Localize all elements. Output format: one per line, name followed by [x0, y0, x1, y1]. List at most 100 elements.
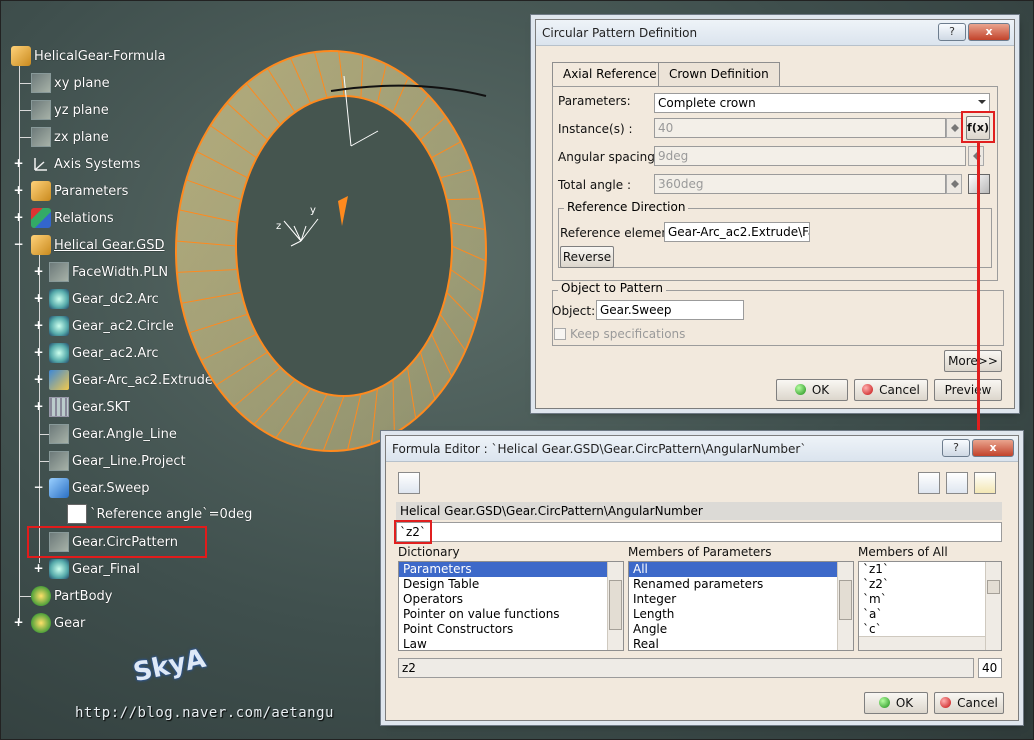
tree-item-xy-plane[interactable]: xy plane [31, 72, 110, 94]
list-item[interactable]: Angle [629, 622, 853, 637]
titlebar[interactable]: Formula Editor : `Helical Gear.GSD\Gear.… [386, 436, 1018, 462]
dialog-title: Circular Pattern Definition [542, 25, 698, 40]
expand-icon[interactable]: + [33, 373, 44, 385]
tree-item-gear-angle-line[interactable]: Gear.Angle_Line [49, 423, 177, 445]
comment-icon[interactable] [946, 472, 968, 494]
expand-icon[interactable]: + [33, 265, 44, 277]
members-parameters-label: Members of Parameters [628, 545, 772, 559]
expand-icon[interactable]: + [13, 184, 24, 196]
tree-item-gear-sweep[interactable]: Gear.Sweep [49, 477, 149, 499]
list-item[interactable]: All [629, 562, 853, 577]
list-item[interactable]: `m` [859, 592, 1001, 607]
ok-button[interactable]: OK [864, 692, 928, 714]
scrollbar-thumb[interactable] [609, 580, 622, 630]
reverse-button[interactable]: Reverse [560, 246, 614, 268]
formula-editor-dialog: Formula Editor : `Helical Gear.GSD\Gear.… [385, 435, 1019, 721]
cancel-button[interactable]: Cancel [854, 379, 928, 401]
expand-icon[interactable]: + [33, 319, 44, 331]
reference-element-field[interactable]: Gear-Arc_ac2.Extrude\Fac [664, 222, 810, 242]
tree-item-gear-ac2-arc[interactable]: Gear_ac2.Arc [49, 342, 159, 364]
tree-item-gear-ac2-circle[interactable]: Gear_ac2.Circle [49, 315, 174, 337]
scrollbar[interactable] [607, 562, 623, 650]
expand-icon[interactable]: + [33, 292, 44, 304]
collapse-icon[interactable]: − [13, 238, 24, 250]
list-item[interactable]: `a` [859, 607, 1001, 622]
object-field[interactable]: Gear.Sweep [596, 300, 744, 320]
dictionary-list[interactable]: Parameters Design Table Operators Pointe… [398, 561, 624, 651]
tree-connector [19, 596, 31, 597]
tab-axial-reference[interactable]: Axial Reference [552, 62, 668, 86]
instances-spinner[interactable] [946, 118, 962, 138]
tab-label: Axial Reference [563, 67, 657, 81]
gear-3d-view[interactable]: z y [166, 21, 511, 461]
parameters-select[interactable]: Complete crown [654, 93, 990, 113]
expand-icon[interactable]: + [33, 346, 44, 358]
tree-item-gear-skt[interactable]: Gear.SKT [49, 396, 130, 418]
scrollbar-thumb[interactable] [839, 580, 852, 620]
measure-icon[interactable] [918, 472, 940, 494]
list-item[interactable]: Pointer on value functions [399, 607, 623, 622]
incremental-icon[interactable] [398, 472, 420, 494]
tree-item-partbody[interactable]: PartBody [31, 585, 112, 607]
tree-item-yz-plane[interactable]: yz plane [31, 99, 109, 121]
collapse-icon[interactable]: − [33, 481, 44, 493]
plane-icon [49, 262, 69, 282]
tree-item-axis-systems[interactable]: Axis Systems [31, 153, 140, 175]
list-item[interactable]: Design Table [399, 577, 623, 592]
help-button[interactable]: ? [942, 439, 970, 457]
scrollbar[interactable] [837, 562, 853, 650]
list-item[interactable]: `z1` [859, 562, 1001, 577]
expand-icon[interactable]: + [13, 211, 24, 223]
total-angle-field[interactable]: 360deg [654, 174, 946, 194]
cancel-button[interactable]: Cancel [934, 692, 1004, 714]
formula-input[interactable]: `z2` [396, 522, 1002, 542]
list-item[interactable]: Length [629, 607, 853, 622]
members-all-list[interactable]: `z1` `z2` `m` `a` `c` [858, 561, 1002, 651]
close-button[interactable]: x [972, 439, 1014, 457]
tree-item-label: xy plane [54, 75, 110, 91]
tab-crown-definition[interactable]: Crown Definition [658, 62, 780, 86]
list-item[interactable]: `c` [859, 622, 1001, 637]
keep-specifications-checkbox[interactable] [554, 328, 566, 340]
list-item[interactable]: Real [629, 637, 853, 650]
more-button[interactable]: More>> [944, 350, 1002, 372]
tree-root[interactable]: HelicalGear-Formula [11, 45, 166, 67]
tree-item-helical-gear-gsd[interactable]: Helical Gear.GSD [31, 234, 165, 256]
angular-spacing-spinner[interactable] [968, 146, 984, 166]
expand-icon[interactable]: + [13, 616, 24, 628]
list-item[interactable]: Renamed parameters [629, 577, 853, 592]
expand-icon[interactable]: + [13, 157, 24, 169]
tree-item-gear[interactable]: Gear [31, 612, 85, 634]
list-item[interactable]: Operators [399, 592, 623, 607]
tree-item-zx-plane[interactable]: zx plane [31, 126, 109, 148]
svg-text:z: z [276, 221, 281, 232]
list-item[interactable]: Integer [629, 592, 853, 607]
tree-item-parameters[interactable]: Parameters [31, 180, 128, 202]
list-item[interactable]: `z2` [859, 577, 1001, 592]
ok-button[interactable]: OK [776, 379, 848, 401]
chevron-down-icon[interactable] [978, 100, 986, 108]
list-item[interactable]: Law [399, 637, 623, 650]
list-item[interactable]: Point Constructors [399, 622, 623, 637]
expand-icon[interactable]: + [33, 400, 44, 412]
tree-item-reference-angle[interactable]: `Reference angle`=0deg [67, 503, 252, 525]
horizontal-scrollbar[interactable] [859, 636, 985, 650]
scrollbar[interactable] [985, 562, 1001, 650]
members-parameters-list[interactable]: All Renamed parameters Integer Length An… [628, 561, 854, 651]
list-item[interactable]: Parameters [399, 562, 623, 577]
help-button[interactable]: ? [938, 23, 966, 41]
reference-direction-legend: Reference Direction [564, 200, 689, 214]
tree-item-relations[interactable]: Relations [31, 207, 114, 229]
preview-button[interactable]: Preview [934, 379, 1002, 401]
eraser-icon[interactable] [974, 472, 996, 494]
expand-icon[interactable]: + [33, 562, 44, 574]
scrollbar-thumb[interactable] [987, 580, 1000, 594]
angular-spacing-field[interactable]: 9deg [654, 146, 966, 166]
tree-item-gear-dc2-arc[interactable]: Gear_dc2.Arc [49, 288, 159, 310]
tree-item-gear-final[interactable]: Gear_Final [49, 558, 140, 580]
total-angle-spinner[interactable] [946, 174, 962, 194]
instances-field[interactable]: 40 [654, 118, 946, 138]
close-button[interactable]: x [968, 23, 1010, 41]
tree-item-facewidth-pln[interactable]: FaceWidth.PLN [49, 261, 168, 283]
circle-icon [49, 316, 69, 336]
